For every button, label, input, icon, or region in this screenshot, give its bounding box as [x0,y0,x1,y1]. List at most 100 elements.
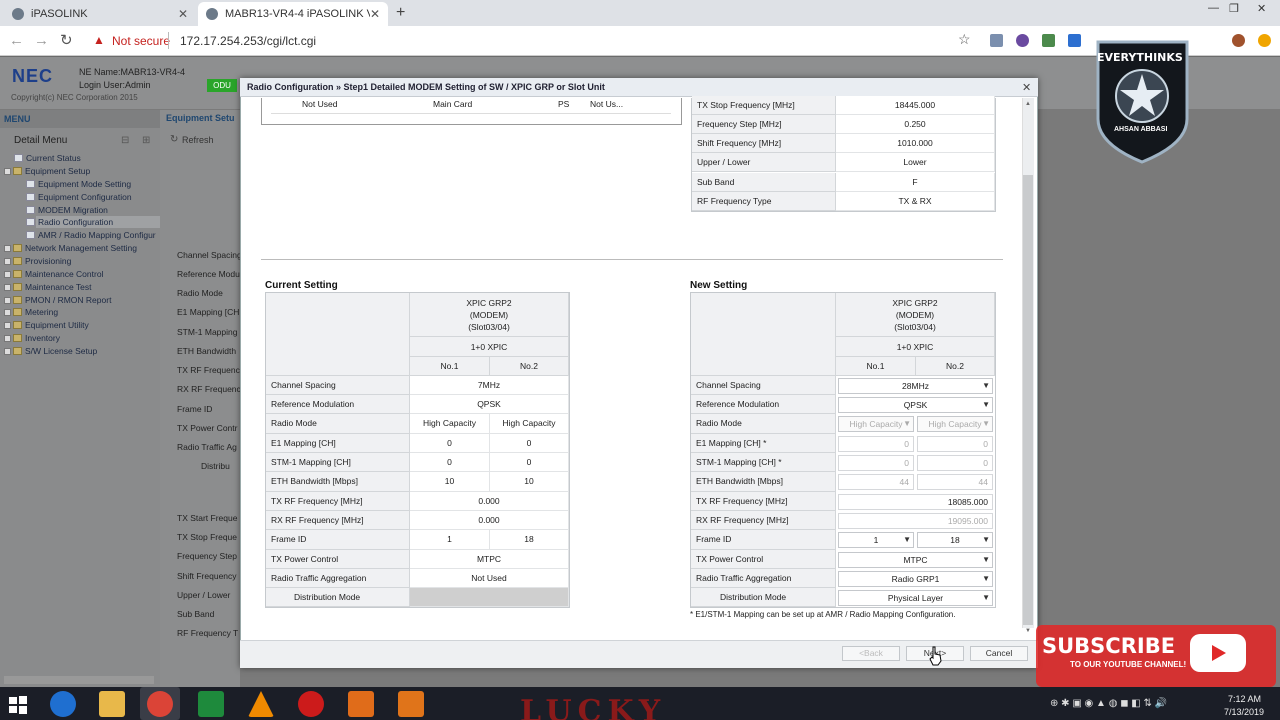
tree-item-current-status[interactable]: Current Status [14,153,81,163]
radio-mode-2-select[interactable]: High Capacity ▼ [917,416,993,432]
tree-item-equipment-setup[interactable]: Equipment Setup [4,166,90,176]
update-icon[interactable] [1258,34,1271,47]
close-tab-icon[interactable]: ✕ [178,7,188,21]
tree-label: Metering [25,307,59,317]
nec-logo: NEC [12,66,54,86]
chevron-down-icon: ▼ [982,419,990,428]
tree-item-pmon-rmon[interactable]: PMON / RMON Report [4,295,111,305]
new-tab-button[interactable]: + [396,4,405,22]
odu-status-badge[interactable]: ODU [207,79,237,92]
frame-id-1-select[interactable]: 1 ▼ [838,532,914,548]
url-input[interactable]: 172.17.254.253/cgi/lct.cgi [180,34,316,48]
tree-item-maintenance-test[interactable]: Maintenance Test [4,282,91,292]
radio-mode-1-select[interactable]: High Capacity ▼ [838,416,914,432]
stm1-mapping-1-input[interactable]: 0 [838,455,914,471]
system-tray-icons[interactable]: ⊕ ✱ ▣ ◉ ▲ ◍ ◼ ◧ ⇅ 🔊 [1050,698,1167,709]
tree-item-inventory[interactable]: Inventory [4,333,60,343]
dialog-close-icon[interactable]: ✕ [1022,81,1031,94]
app-icon[interactable] [398,691,424,717]
extension-icon[interactable] [1042,34,1055,47]
row-label: Reference Modulation [691,395,836,414]
expand-toggle-icon[interactable] [4,258,11,265]
frame-id-2-select[interactable]: 18 ▼ [917,532,993,548]
expand-toggle-icon[interactable] [4,309,11,316]
tree-item-modem-migration[interactable]: MODEM Migration [26,205,108,215]
expand-toggle-icon[interactable] [4,322,11,329]
expand-toggle-icon[interactable] [4,335,11,342]
expand-toggle-icon[interactable] [4,284,11,291]
warning-icon[interactable]: ▲ [93,33,105,47]
tree-item-radio-configuration[interactable]: Radio Configuration [26,217,113,227]
taskbar-time[interactable]: 7:12 AM [1228,694,1261,704]
back-icon[interactable]: ← [9,32,24,49]
expand-toggle-icon[interactable] [4,297,11,304]
eth-bandwidth-1-input[interactable]: 44 [838,474,914,490]
group-header-line: XPIC GRP2 [892,298,938,308]
e1-mapping-1-input[interactable]: 0 [838,436,914,452]
window-close-icon[interactable]: ✕ [1257,2,1266,15]
minimize-icon[interactable]: — [1208,2,1219,14]
expand-toggle-icon[interactable] [4,168,11,175]
restore-icon[interactable]: ❐ [1229,2,1239,15]
forward-icon[interactable]: → [34,32,49,49]
page-icon [14,154,23,162]
tree-item-metering[interactable]: Metering [4,307,58,317]
rf-info-label: RF Frequency Type [692,192,836,211]
e1-mapping-2-input[interactable]: 0 [917,436,993,452]
chrome-icon[interactable] [147,691,173,717]
tab-mabr13[interactable]: MABR13-VR4-4 iPASOLINK VR 4 ✕ [198,2,388,26]
dialog-title: Radio Configuration » Step1 Detailed MOD… [240,78,1038,97]
tree-item-sw-license[interactable]: S/W License Setup [4,346,97,356]
distribution-mode-select[interactable]: Physical Layer ▼ [838,590,993,606]
collapse-icon[interactable]: ⊟ [121,135,129,146]
horizontal-scrollbar[interactable] [4,676,154,684]
refresh-icon[interactable]: ↻ [170,134,178,145]
excel-icon[interactable] [198,691,224,717]
tree-item-equipment-configuration[interactable]: Equipment Configuration [26,192,132,202]
search-icon[interactable] [1068,34,1081,47]
ie-icon[interactable] [50,691,76,717]
taskbar-date[interactable]: 7/13/2019 [1224,707,1264,717]
scrollbar-thumb[interactable] [1023,175,1033,625]
cancel-button[interactable]: Cancel [970,646,1028,661]
app-icon[interactable] [348,691,374,717]
tx-rf-frequency-input[interactable]: 18085.000 [838,494,993,510]
tree-item-network-management[interactable]: Network Management Setting [4,243,137,253]
expand-toggle-icon[interactable] [4,271,11,278]
expand-toggle-icon[interactable] [4,348,11,355]
tab-ipasolink[interactable]: iPASOLINK ✕ [4,2,196,26]
tree-item-maintenance-control[interactable]: Maintenance Control [4,269,103,279]
row-label: Distribution Mode [691,588,836,607]
ref-mod-select[interactable]: QPSK ▼ [838,397,993,413]
close-tab-icon[interactable]: ✕ [370,7,380,21]
scroll-down-icon[interactable]: ▼ [1025,628,1031,634]
row-label: Radio Traffic Aggregation [266,569,410,588]
scroll-up-icon[interactable]: ▲ [1025,101,1031,107]
tree-item-provisioning[interactable]: Provisioning [4,256,71,266]
radio-traffic-aggregation-select[interactable]: Radio GRP1 ▼ [838,571,993,587]
windows-start-icon[interactable] [8,695,28,715]
avatar[interactable] [1232,34,1245,47]
rx-rf-frequency-input[interactable]: 19095.000 [838,513,993,529]
opera-icon[interactable] [298,691,324,717]
reload-icon[interactable]: ↻ [60,31,73,49]
security-status[interactable]: Not secure [112,34,170,48]
row-label: TX Power Control [691,550,836,569]
file-explorer-icon[interactable] [99,691,125,717]
tree-item-amr-radio-mapping[interactable]: AMR / Radio Mapping Configur [26,230,156,240]
expand-toggle-icon[interactable] [4,245,11,252]
detail-menu-header[interactable]: Detail Menu [0,133,160,149]
back-button[interactable]: <Back [842,646,900,661]
row-label: E1 Mapping [CH] * [691,434,836,453]
star-icon[interactable]: ☆ [958,31,971,48]
refresh-button[interactable]: Refresh [182,135,214,145]
stm1-mapping-2-input[interactable]: 0 [917,455,993,471]
extension-icon[interactable] [990,34,1003,47]
channel-spacing-select[interactable]: 28MHz ▼ [838,378,993,394]
expand-icon[interactable]: ⊞ [142,135,150,146]
tx-power-control-select[interactable]: MTPC ▼ [838,552,993,568]
eth-bandwidth-2-input[interactable]: 44 [917,474,993,490]
tree-item-equipment-mode-setting[interactable]: Equipment Mode Setting [26,179,131,189]
extension-icon[interactable] [1016,34,1029,47]
tree-item-equipment-utility[interactable]: Equipment Utility [4,320,89,330]
